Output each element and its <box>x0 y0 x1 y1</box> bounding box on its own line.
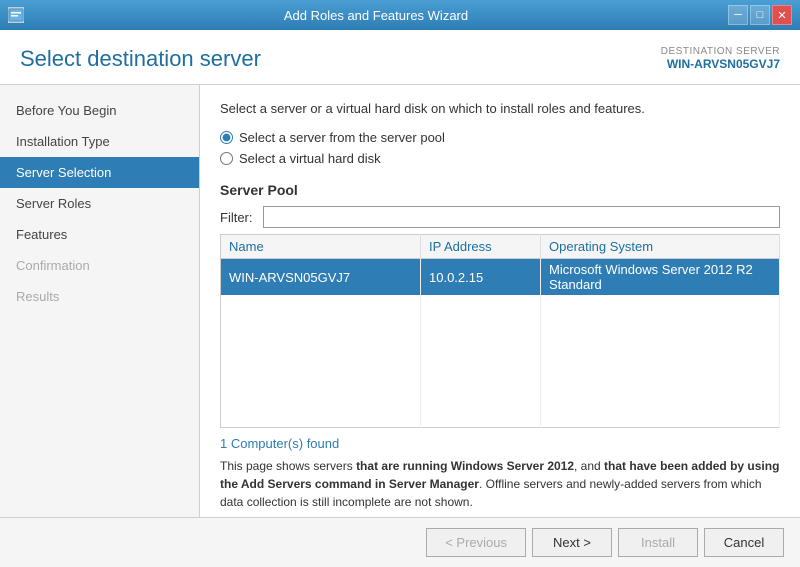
radio-virtual-disk-input[interactable] <box>220 152 233 165</box>
table-header-row: Name IP Address Operating System <box>221 235 780 259</box>
col-os: Operating System <box>541 235 780 259</box>
wizard-header: Select destination server DESTINATION SE… <box>0 30 800 85</box>
server-name: WIN-ARVSN05GVJ7 <box>661 57 780 71</box>
radio-virtual-disk-label: Select a virtual hard disk <box>239 151 381 166</box>
cancel-button[interactable]: Cancel <box>704 528 784 557</box>
radio-server-pool-label: Select a server from the server pool <box>239 130 445 145</box>
sidebar-item-before-you-begin[interactable]: Before You Begin <box>0 95 199 126</box>
next-button[interactable]: Next > <box>532 528 612 557</box>
radio-server-pool-input[interactable] <box>220 131 233 144</box>
previous-button[interactable]: < Previous <box>426 528 526 557</box>
table-row[interactable]: WIN-ARVSN05GVJ710.0.2.15Microsoft Window… <box>221 259 780 296</box>
empty-row <box>221 295 780 317</box>
content-description: Select a server or a virtual hard disk o… <box>220 101 780 116</box>
wizard-container: Select destination server DESTINATION SE… <box>0 30 800 567</box>
col-ip: IP Address <box>421 235 541 259</box>
empty-row <box>221 317 780 339</box>
sidebar-item-features[interactable]: Features <box>0 219 199 250</box>
empty-row <box>221 361 780 383</box>
maximize-button[interactable]: □ <box>750 5 770 25</box>
wizard-body: Before You Begin Installation Type Serve… <box>0 85 800 517</box>
col-name: Name <box>221 235 421 259</box>
filter-label: Filter: <box>220 210 255 225</box>
content-area: Select a server or a virtual hard disk o… <box>200 85 800 517</box>
wizard-footer: < Previous Next > Install Cancel <box>0 517 800 567</box>
sidebar-item-installation-type[interactable]: Installation Type <box>0 126 199 157</box>
filter-row: Filter: <box>220 206 780 228</box>
sidebar-item-confirmation: Confirmation <box>0 250 199 281</box>
empty-row <box>221 383 780 405</box>
destination-label: DESTINATION SERVER <box>661 46 780 57</box>
empty-row <box>221 339 780 361</box>
radio-server-pool[interactable]: Select a server from the server pool <box>220 130 780 145</box>
sidebar: Before You Begin Installation Type Serve… <box>0 85 200 517</box>
server-pool-title: Server Pool <box>220 182 780 198</box>
close-button[interactable]: ✕ <box>772 5 792 25</box>
server-table: Name IP Address Operating System WIN-ARV… <box>220 234 780 428</box>
empty-row <box>221 405 780 427</box>
title-bar-title: Add Roles and Features Wizard <box>24 8 728 23</box>
sidebar-item-server-roles[interactable]: Server Roles <box>0 188 199 219</box>
sidebar-item-results: Results <box>0 281 199 312</box>
radio-group: Select a server from the server pool Sel… <box>220 130 780 166</box>
minimize-button[interactable]: ─ <box>728 5 748 25</box>
wizard-icon <box>8 7 24 23</box>
install-button[interactable]: Install <box>618 528 698 557</box>
filter-input[interactable] <box>263 206 780 228</box>
title-bar: Add Roles and Features Wizard ─ □ ✕ <box>0 0 800 30</box>
info-text: This page shows servers that are running… <box>220 457 780 511</box>
sidebar-item-server-selection[interactable]: Server Selection <box>0 157 199 188</box>
radio-virtual-disk[interactable]: Select a virtual hard disk <box>220 151 780 166</box>
title-bar-controls: ─ □ ✕ <box>728 5 792 25</box>
destination-server-info: DESTINATION SERVER WIN-ARVSN05GVJ7 <box>661 46 780 71</box>
found-count: 1 Computer(s) found <box>220 436 780 451</box>
page-title: Select destination server <box>20 46 261 72</box>
